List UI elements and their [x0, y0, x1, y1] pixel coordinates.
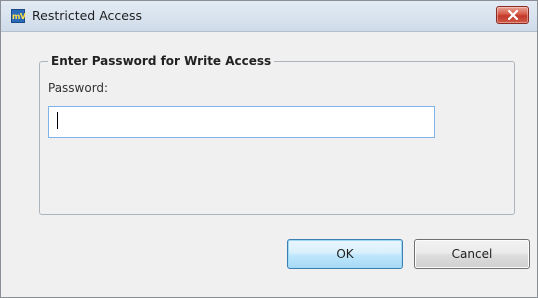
- window-title: Restricted Access: [32, 8, 143, 23]
- groupbox-title: Enter Password for Write Access: [51, 54, 272, 68]
- close-button[interactable]: [496, 6, 529, 24]
- dialog-window: mV Restricted Access Enter Password for …: [0, 0, 538, 298]
- title-bar[interactable]: mV Restricted Access: [1, 1, 537, 32]
- ok-button[interactable]: OK: [287, 239, 403, 269]
- cancel-button[interactable]: Cancel: [414, 239, 530, 269]
- app-icon: mV: [11, 9, 26, 23]
- close-icon: [508, 10, 518, 20]
- password-input[interactable]: [48, 106, 435, 138]
- text-caret: [57, 112, 58, 129]
- dialog-body: Enter Password for Write Access Password…: [1, 32, 537, 297]
- password-label: Password:: [48, 81, 109, 95]
